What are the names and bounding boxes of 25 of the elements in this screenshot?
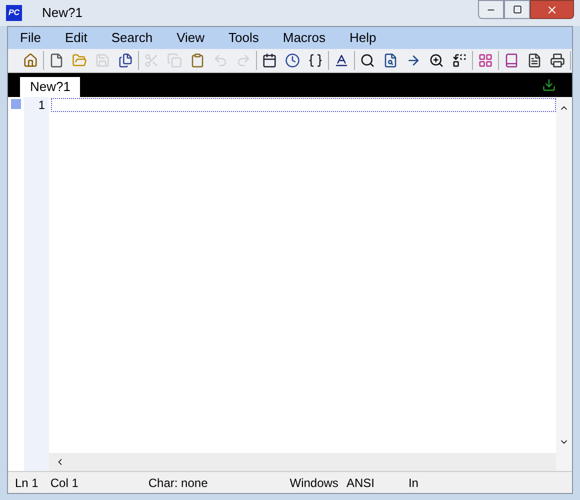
close-button[interactable] <box>530 0 574 19</box>
maximize-button[interactable] <box>504 0 530 19</box>
status-text: Windows <box>290 474 338 492</box>
bookmark-marker <box>11 99 21 109</box>
status-text: Char: none <box>148 474 208 492</box>
menu-item[interactable]: Edit <box>52 28 100 48</box>
menu-item[interactable]: Macros <box>270 28 338 48</box>
download-icon[interactable] <box>542 78 556 92</box>
line-number: 1 <box>38 97 45 113</box>
app-logo-icon: PC <box>6 5 22 21</box>
status-text: Ln 1 <box>15 474 38 492</box>
horizontal-scrollbar[interactable] <box>49 453 556 471</box>
maximize-icon[interactable] <box>512 5 522 14</box>
menu-item[interactable]: File <box>8 28 53 48</box>
status-text: Col 1 <box>50 474 78 492</box>
status-text: ANSI <box>346 474 374 492</box>
file-tab[interactable]: New?1 <box>20 77 80 97</box>
menu-item[interactable]: Help <box>338 28 388 48</box>
vertical-scrollbar[interactable] <box>556 97 572 471</box>
status-text: In <box>408 474 418 492</box>
close-icon[interactable] <box>546 4 558 16</box>
menu-item[interactable]: Tools <box>216 28 271 48</box>
menu-item[interactable]: View <box>164 28 217 48</box>
window-title: New?1 <box>42 4 82 22</box>
menu-item[interactable]: Search <box>99 28 165 48</box>
